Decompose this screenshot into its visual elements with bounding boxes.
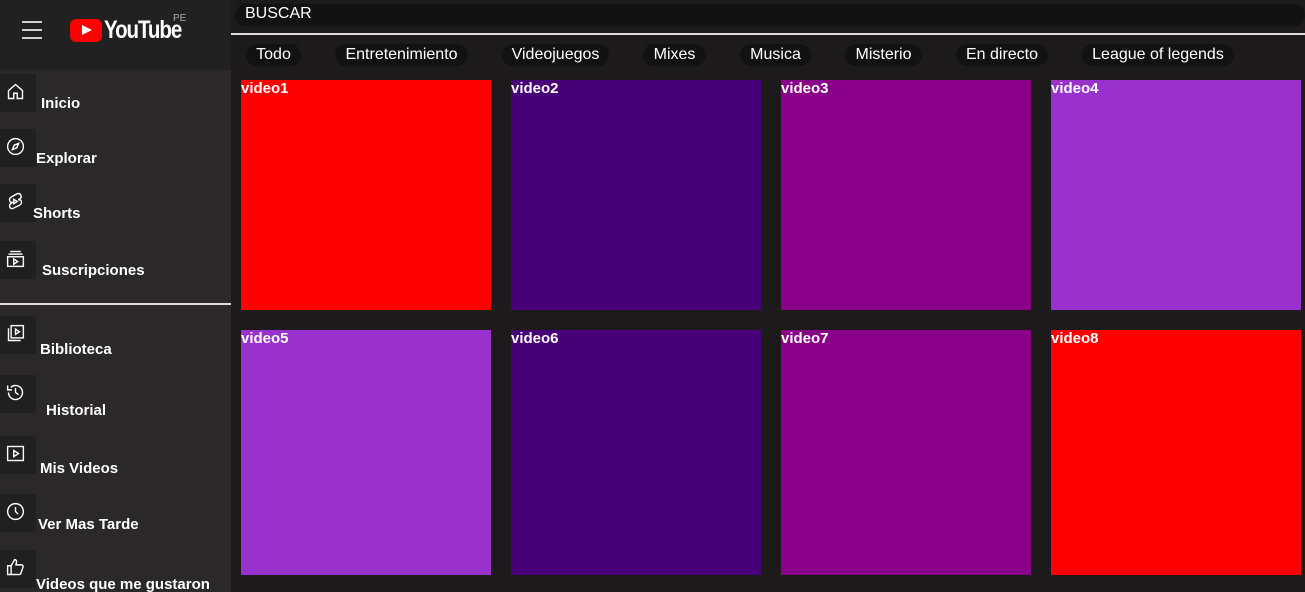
sidebar-item-label: Mis Videos	[40, 460, 119, 477]
shorts-icon	[0, 184, 36, 222]
sidebar-item-mis-videos[interactable]: Mis Videos	[0, 436, 231, 477]
chip-mixes[interactable]: Mixes	[643, 44, 706, 66]
logo-bar: YouTube PE	[0, 0, 231, 70]
compass-icon	[0, 129, 36, 167]
menu-icon[interactable]	[22, 21, 42, 39]
video-card[interactable]: video2	[511, 80, 761, 310]
video-title[interactable]: video5	[241, 330, 289, 347]
play-logo-icon	[70, 18, 102, 42]
sidebar-item-videos-que-me-gustaron[interactable]: Videos que me gustaron	[0, 550, 231, 592]
chip-videojuegos[interactable]: Videojuegos	[502, 44, 609, 66]
chip-en-directo[interactable]: En directo	[956, 44, 1048, 66]
sidebar-item-inicio[interactable]: Inicio	[0, 74, 231, 114]
search-input[interactable]: BUSCAR	[235, 4, 1305, 26]
sidebar-item-label: Historial	[46, 402, 107, 419]
sidebar: YouTube PE Inicio Explorar Shorts Suscri…	[0, 0, 231, 592]
sidebar-item-label: Inicio	[41, 95, 81, 112]
video-title[interactable]: video3	[781, 80, 829, 97]
video-title[interactable]: video1	[241, 80, 289, 97]
sidebar-item-label: Biblioteca	[40, 341, 112, 358]
sidebar-item-suscripciones[interactable]: Suscripciones	[0, 241, 231, 281]
chip-misterio[interactable]: Misterio	[845, 44, 922, 66]
history-icon	[0, 375, 36, 413]
sidebar-item-label: Suscripciones	[42, 262, 145, 279]
sidebar-item-label: Videos que me gustaron	[36, 576, 210, 592]
video-card[interactable]: video4	[1051, 80, 1301, 310]
video-card[interactable]: video6	[511, 330, 761, 575]
video-card[interactable]: video5	[241, 330, 491, 575]
sidebar-item-explorar[interactable]: Explorar	[0, 129, 231, 169]
video-title[interactable]: video7	[781, 330, 829, 347]
search-placeholder: BUSCAR	[245, 5, 312, 22]
library-icon	[0, 316, 36, 354]
video-card[interactable]: video7	[781, 330, 1031, 575]
sidebar-item-shorts[interactable]: Shorts	[0, 184, 231, 224]
chip-musica[interactable]: Musica	[740, 44, 811, 66]
subscriptions-icon	[0, 241, 36, 279]
video-title[interactable]: video8	[1051, 330, 1099, 347]
sidebar-item-ver-mas-tarde[interactable]: Ver Mas Tarde	[0, 494, 231, 534]
my-videos-icon	[0, 436, 36, 474]
sidebar-item-historial[interactable]: Historial	[0, 375, 231, 419]
country-code: PE	[173, 13, 187, 24]
sidebar-item-biblioteca[interactable]: Biblioteca	[0, 316, 231, 358]
video-title[interactable]: video2	[511, 80, 559, 97]
chip-todo[interactable]: Todo	[246, 44, 301, 66]
sidebar-item-label: Shorts	[33, 205, 81, 222]
video-card[interactable]: video8	[1051, 330, 1301, 575]
sidebar-item-label: Explorar	[36, 150, 97, 167]
video-title[interactable]: video6	[511, 330, 559, 347]
header-divider	[231, 33, 1305, 35]
clock-icon	[0, 494, 36, 532]
thumbs-up-icon	[0, 550, 36, 588]
chip-entretenimiento[interactable]: Entretenimiento	[335, 44, 468, 66]
video-card[interactable]: video3	[781, 80, 1031, 310]
sidebar-item-label: Ver Mas Tarde	[38, 516, 139, 533]
video-title[interactable]: video4	[1051, 80, 1099, 97]
video-card[interactable]: video1	[241, 80, 491, 310]
brand-name: YouTube	[104, 15, 182, 44]
sidebar-divider	[0, 303, 231, 305]
home-icon	[0, 74, 36, 112]
chip-league-of-legends[interactable]: League of legends	[1082, 44, 1234, 66]
